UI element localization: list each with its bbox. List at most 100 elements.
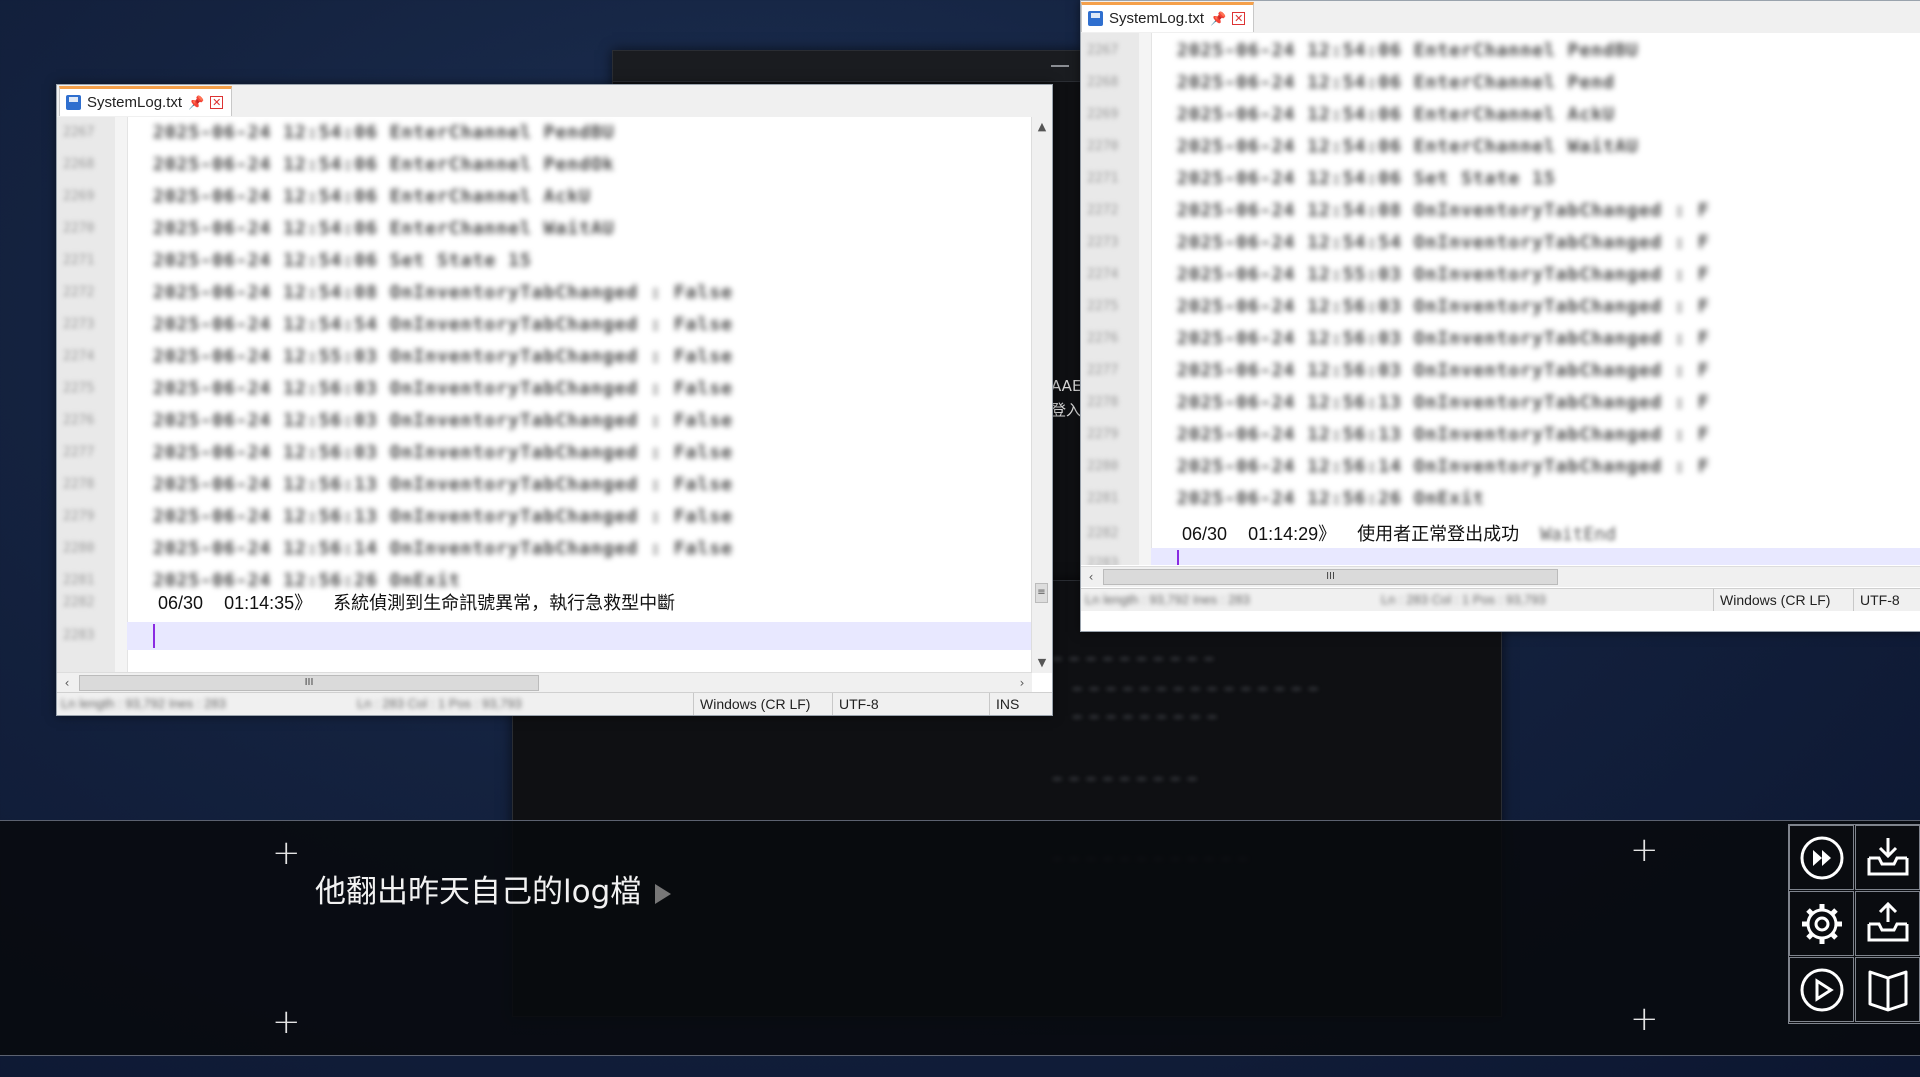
- log-line-blurred: 2270 2025-06-24 12:54:06 EnterChannel Wai…: [1081, 131, 1920, 163]
- status-bar: Ln length : 93,792 Ines : 283 Ln : 283 C…: [1081, 588, 1920, 611]
- scroll-left-icon[interactable]: ‹: [57, 673, 77, 693]
- log-line-blurred: 2277 2025-06-24 12:56:03 OnInventoryTabCh…: [57, 437, 1032, 469]
- system-menu: [1788, 824, 1920, 1024]
- notepad-window-right: SystemLog.txt 📌 ✕ 2267 2025-06-24 12:54:0…: [1080, 0, 1920, 632]
- vertical-scroll-thumb[interactable]: ≡: [1035, 583, 1048, 603]
- line-number: 2271: [63, 253, 95, 268]
- load-button[interactable]: [1855, 891, 1920, 956]
- status-insert-mode: INS: [989, 693, 1025, 715]
- log-text-blurred: 2025-06-24 12:56:03 OnInventoryTabChange…: [153, 410, 734, 431]
- log-line-blurred: 2276 2025-06-24 12:56:03 OnInventoryTabCh…: [1081, 323, 1920, 355]
- line-number: 2279: [63, 509, 95, 524]
- scroll-right-icon[interactable]: ›: [1012, 673, 1032, 693]
- save-button[interactable]: [1855, 825, 1920, 890]
- line-number: 2276: [1087, 331, 1119, 346]
- log-book-button[interactable]: [1855, 957, 1920, 1022]
- line-number: 2268: [1087, 75, 1119, 90]
- file-icon: [66, 95, 81, 110]
- minimize-icon[interactable]: [1051, 65, 1069, 67]
- log-text-blurred: 2025-06-24 12:54:06 Set State 15: [153, 250, 532, 271]
- log-text-blurred: 2025-06-24 12:56:14 OnInventoryTabChange…: [153, 538, 734, 559]
- fast-forward-icon: [1800, 836, 1843, 879]
- log-text-blurred: 2025-06-24 12:56:13 OnInventoryTabChange…: [153, 506, 734, 527]
- log-line-blurred: 2267 2025-06-24 12:54:06 EnterChannel Pen…: [57, 117, 1032, 149]
- status-position: Ln : 283 Col : 1 Pos : 93,793: [357, 696, 522, 711]
- log-line-blurred: 2279 2025-06-24 12:56:13 OnInventoryTabCh…: [1081, 419, 1920, 451]
- close-tab-icon[interactable]: ✕: [1232, 12, 1246, 25]
- horizontal-scroll-thumb[interactable]: III: [1103, 569, 1558, 585]
- line-number: 2269: [63, 189, 95, 204]
- pin-icon[interactable]: 📌: [188, 95, 204, 111]
- close-tab-icon[interactable]: ✕: [210, 96, 224, 109]
- scroll-up-icon[interactable]: ▲: [1032, 117, 1052, 137]
- line-number: 2267: [63, 125, 95, 140]
- line-number: 2276: [63, 413, 95, 428]
- line-number: 2272: [1087, 203, 1119, 218]
- log-message: 使用者正常登出成功: [1357, 524, 1520, 544]
- log-line-blurred: 2279 2025-06-24 12:56:13 OnInventoryTabCh…: [57, 501, 1032, 533]
- horizontal-scrollbar[interactable]: ‹ III: [1081, 566, 1920, 587]
- log-date: 06/30: [1182, 524, 1228, 544]
- log-text-blurred: 2025-06-24 12:54:54 OnInventoryTabChange…: [1177, 232, 1710, 253]
- line-number: 2278: [1087, 395, 1119, 410]
- log-line-blurred: 2275 2025-06-24 12:56:03 OnInventoryTabCh…: [1081, 291, 1920, 323]
- blurred-background-text: — — — — — — — — —: [1053, 771, 1197, 787]
- log-line-blurred: 2281 2025-06-24 12:56:26 OnExit: [1081, 483, 1920, 515]
- tab-systemlog[interactable]: SystemLog.txt 📌 ✕: [1081, 2, 1255, 32]
- log-date: 06/30: [158, 593, 204, 613]
- corner-plus-bottom-right: +: [1630, 999, 1659, 1039]
- log-line-blurred: 2276 2025-06-24 12:56:03 OnInventoryTabCh…: [57, 405, 1032, 437]
- log-text-blurred: 2025-06-24 12:54:06 EnterChannel WaitAU: [1177, 136, 1639, 157]
- line-number: 2267: [1087, 43, 1119, 58]
- vertical-scrollbar[interactable]: ▲ ≡ ▼: [1031, 117, 1052, 673]
- scroll-down-icon[interactable]: ▼: [1032, 653, 1052, 673]
- log-line-blurred: 2274 2025-06-24 12:55:03 OnInventoryTabCh…: [57, 341, 1032, 373]
- tab-bar: SystemLog.txt 📌 ✕: [1081, 1, 1920, 34]
- auto-play-button[interactable]: [1789, 957, 1854, 1022]
- notepad-window-left: SystemLog.txt 📌 ✕ 2267 2025-06-24 12:54:0…: [56, 84, 1053, 716]
- log-text-blurred: 2025-06-24 12:54:08 OnInventoryTabChange…: [153, 282, 734, 303]
- log-text-blurred: 2025-06-24 12:54:06 EnterChannel Pend: [1177, 72, 1615, 93]
- horizontal-scroll-thumb[interactable]: III: [79, 675, 539, 691]
- status-position: Ln : 283 Col : 1 Pos : 93,793: [1381, 592, 1546, 607]
- pin-icon[interactable]: 📌: [1210, 11, 1226, 27]
- tab-systemlog[interactable]: SystemLog.txt 📌 ✕: [59, 86, 233, 116]
- horizontal-scrollbar[interactable]: ‹ III ›: [57, 672, 1032, 693]
- status-encoding: UTF-8: [832, 693, 985, 715]
- log-line-blurred: 2272 2025-06-24 12:54:08 OnInventoryTabCh…: [57, 277, 1032, 309]
- log-line-visible: 2282 06/30 01:14:29》 使用者正常登出成功 WaitEnd: [1081, 518, 1920, 550]
- save-icon: [1867, 837, 1908, 875]
- line-number: 2278: [63, 477, 95, 492]
- log-text-blurred: 2025-06-24 12:56:14 OnInventoryTabChange…: [1177, 456, 1710, 477]
- line-number: 2280: [1087, 459, 1119, 474]
- log-text-blurred: 2025-06-24 12:54:06 EnterChannel AckU: [153, 186, 591, 207]
- line-number: 2270: [63, 221, 95, 236]
- line-number: 2269: [1087, 107, 1119, 122]
- log-text-blurred: 2025-06-24 12:56:26 OnExit: [1177, 488, 1485, 509]
- log-text-blurred: 2025-06-24 12:56:13 OnInventoryTabChange…: [1177, 392, 1710, 413]
- log-line-blurred: 2270 2025-06-24 12:54:06 EnterChannel Wai…: [57, 213, 1032, 245]
- log-text-blurred: 2025-06-24 12:54:06 EnterChannel PendBU: [153, 122, 615, 143]
- line-number: 2274: [63, 349, 95, 364]
- log-text-blurred: 2025-06-24 12:56:13 OnInventoryTabChange…: [1177, 424, 1710, 445]
- text-editor[interactable]: 2267 2025-06-24 12:54:06 EnterChannel Pen…: [57, 117, 1032, 673]
- scroll-left-icon[interactable]: ‹: [1081, 567, 1101, 587]
- line-number: 2282: [63, 595, 95, 610]
- settings-button[interactable]: [1789, 891, 1854, 956]
- blurred-background-text: — — — — — — — — — —: [1053, 651, 1214, 667]
- text-editor[interactable]: 2267 2025-06-24 12:54:06 EnterChannel Pen…: [1081, 33, 1920, 565]
- settings-icon: [1801, 903, 1842, 944]
- skip-button[interactable]: [1789, 825, 1854, 890]
- status-length: Ln length : 93,792 Ines : 283: [61, 696, 226, 711]
- line-number: 2282: [1087, 526, 1119, 541]
- tab-title: SystemLog.txt: [87, 94, 183, 111]
- log-line-blurred: 2271 2025-06-24 12:54:06 Set State 15: [1081, 163, 1920, 195]
- background-window-titlebar: [613, 51, 1083, 82]
- log-message-blurred-tail: WaitEnd: [1540, 524, 1617, 545]
- log-text-blurred: 2025-06-24 12:54:06 EnterChannel AckU: [1177, 104, 1615, 125]
- log-text-blurred: 2025-06-24 12:56:03 OnInventoryTabChange…: [153, 378, 734, 399]
- next-arrow-icon[interactable]: [655, 883, 672, 904]
- log-text-blurred: 2025-06-24 12:55:03 OnInventoryTabChange…: [1177, 264, 1710, 285]
- line-number: 2275: [1087, 299, 1119, 314]
- auto-play-icon: [1800, 968, 1843, 1011]
